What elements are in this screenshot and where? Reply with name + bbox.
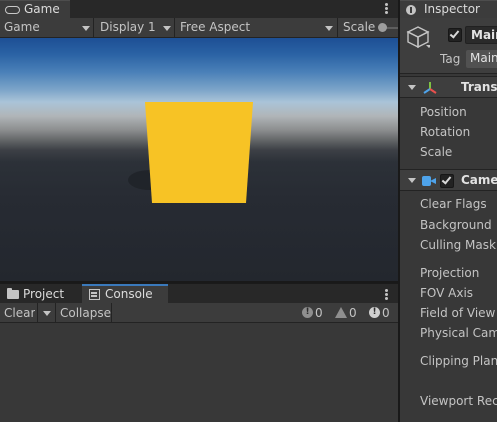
- prop-physical-camera-label: Physical Camera: [420, 326, 497, 340]
- prop-culling-mask-label: Culling Mask: [420, 238, 496, 252]
- console-log-area[interactable]: [0, 323, 398, 422]
- game-mode-label: Game: [4, 20, 40, 34]
- cube-face: [145, 102, 253, 203]
- prop-clipping-planes-label: Clipping Planes: [420, 354, 497, 368]
- tab-project-label: Project: [23, 287, 65, 301]
- gameobject-active-checkbox[interactable]: [448, 28, 462, 42]
- chevron-down-icon: [43, 311, 51, 316]
- warning-count: 0: [349, 306, 357, 320]
- tab-inspector-label: Inspector: [424, 2, 480, 16]
- prop-scale-label: Scale: [420, 145, 453, 159]
- chevron-down-icon: [163, 26, 171, 31]
- tab-console[interactable]: Console: [82, 284, 168, 304]
- prop-field-of-view-label: Field of View: [420, 306, 496, 320]
- prop-fov-axis-label: FOV Axis: [420, 286, 474, 300]
- game-mode-dropdown[interactable]: Game: [0, 18, 94, 37]
- bottom-tab-bar: Project Console: [0, 283, 398, 304]
- game-tab-bar: Game: [0, 0, 398, 18]
- error-count: 0: [315, 306, 323, 320]
- chevron-down-icon: [325, 26, 333, 31]
- warning-filter-toggle[interactable]: 0: [334, 305, 362, 321]
- inspector-tab-bar: Inspector: [400, 0, 497, 18]
- aspect-dropdown[interactable]: Free Aspect: [175, 18, 338, 37]
- scale-label: Scale: [343, 20, 376, 34]
- chevron-down-icon: [82, 26, 90, 31]
- transform-title: Transform: [461, 80, 497, 94]
- gameobject-header: Main Camera Tag MainCamera: [400, 18, 497, 74]
- camera-title: Camera: [461, 173, 497, 187]
- inspector-panel: Inspector Main Camera Tag MainCamera Tra…: [400, 0, 497, 422]
- game-viewport[interactable]: [0, 38, 398, 281]
- error-filter-toggle[interactable]: ! 0: [300, 305, 328, 321]
- clear-button[interactable]: Clear: [0, 303, 38, 323]
- info-filter-toggle[interactable]: ! 0: [367, 305, 395, 321]
- tab-project[interactable]: Project: [0, 284, 80, 304]
- gamepad-icon: [5, 6, 20, 14]
- gameobject-cube-icon[interactable]: [406, 25, 430, 49]
- transform-icon: [423, 82, 437, 94]
- error-icon: !: [302, 307, 313, 318]
- tab-game-label: Game: [24, 2, 60, 16]
- info-count: 0: [382, 306, 390, 320]
- foldout-arrow-icon: [408, 85, 416, 90]
- game-toolbar: Game Display 1 Free Aspect Scale: [0, 18, 398, 38]
- aspect-label: Free Aspect: [180, 20, 251, 34]
- prop-background-label: Background: [420, 218, 492, 232]
- prop-rotation-label: Rotation: [420, 125, 471, 139]
- tag-value: MainCamera: [470, 51, 497, 65]
- checkmark-icon: [441, 174, 452, 185]
- tab-inspector[interactable]: Inspector: [400, 0, 497, 18]
- console-toolbar: Clear Collapse ! 0 0 ! 0: [0, 303, 398, 323]
- tag-label: Tag: [440, 52, 461, 66]
- info-message-icon: !: [369, 307, 380, 318]
- clear-options-dropdown[interactable]: [38, 303, 56, 323]
- camera-component-header[interactable]: Camera: [400, 169, 497, 191]
- prop-position-label: Position: [420, 105, 467, 119]
- camera-icon: [422, 176, 436, 186]
- cube-object: [128, 102, 253, 203]
- scale-slider-thumb[interactable]: [378, 23, 387, 32]
- tab-console-label: Console: [105, 287, 153, 301]
- tag-dropdown[interactable]: MainCamera: [466, 50, 497, 68]
- folder-icon: [7, 288, 19, 299]
- warning-icon: [335, 307, 347, 318]
- checkmark-icon: [449, 28, 460, 39]
- camera-enabled-checkbox[interactable]: [440, 174, 454, 188]
- prop-projection-label: Projection: [420, 266, 480, 280]
- clear-label: Clear: [4, 306, 36, 320]
- game-panel-menu-icon[interactable]: [380, 0, 394, 18]
- collapse-label: Collapse: [60, 306, 111, 320]
- gameobject-name-field[interactable]: Main Camera: [465, 26, 497, 44]
- display-label: Display 1: [100, 20, 156, 34]
- collapse-toggle[interactable]: Collapse: [56, 303, 112, 323]
- info-icon: [406, 5, 416, 15]
- tab-game[interactable]: Game: [0, 0, 70, 18]
- prop-clear-flags-label: Clear Flags: [420, 197, 487, 211]
- transform-component-header[interactable]: Transform: [400, 76, 497, 98]
- console-icon: [89, 289, 100, 300]
- display-dropdown[interactable]: Display 1: [94, 18, 175, 37]
- foldout-arrow-icon: [408, 178, 416, 183]
- console-panel-menu-icon[interactable]: [380, 284, 394, 304]
- prop-viewport-rect-label: Viewport Rect: [420, 394, 497, 408]
- gameobject-name: Main Camera: [471, 28, 497, 42]
